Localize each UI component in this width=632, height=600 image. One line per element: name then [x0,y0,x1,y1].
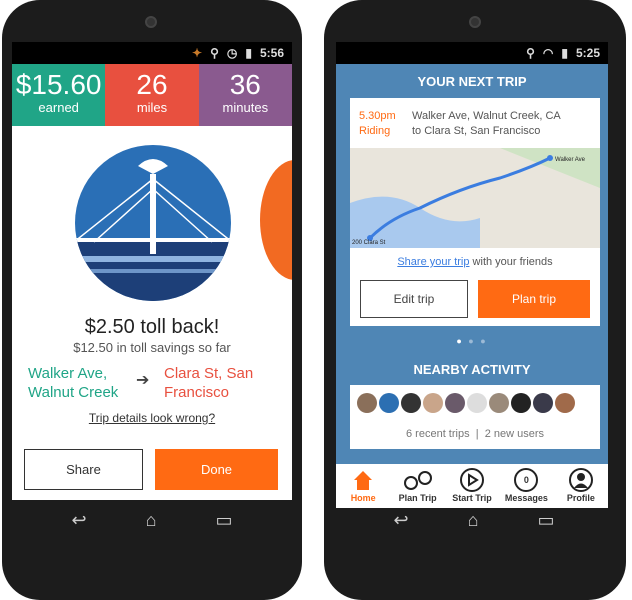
nearby-activity-card[interactable]: 6 recent trips | 2 new users [350,385,600,449]
android-nav-bar: ↩ ⌂ ▭ [364,506,584,534]
back-icon[interactable]: ↩ [394,510,409,531]
nearby-header: NEARBY ACTIVITY [413,362,531,377]
avatar[interactable] [555,393,575,413]
left-phone: ✦ ⚲ ◷ ▮ 5:56 $15.60 earned 26 miles 36 minu… [2,0,302,600]
status-bar: ⚲ ◠ ▮ 5:25 [336,42,608,64]
home-nav-icon[interactable]: ⌂ [468,510,479,531]
next-badge-peek [260,160,292,280]
back-icon[interactable]: ↩ [72,510,87,531]
share-trip-text: Share your trip with your friends [350,256,600,268]
stat-label: miles [136,100,168,115]
trip-time: 5.30pm [359,110,396,122]
next-trip-card[interactable]: 5.30pm Riding Walker Ave, Walnut Creek, … [350,98,600,326]
message-icon: 0 [499,467,553,493]
route-line-1: Walker Ave, Walnut Creek, CA [412,110,561,122]
trip-mode: Riding [359,125,391,137]
stat-miles: 26 miles [105,64,199,126]
trip-destination: Clara St, San Francisco [164,365,254,401]
home-nav-icon[interactable]: ⌂ [146,510,157,531]
profile-icon [554,467,608,493]
activity-summary: 6 recent trips | 2 new users [406,428,544,440]
trip-stats: $15.60 earned 26 miles 36 minutes [12,64,292,126]
share-trip-link[interactable]: Share your trip [397,256,469,268]
status-time: 5:56 [259,46,284,60]
stat-value: 26 [136,69,168,100]
status-bar: ✦ ⚲ ◷ ▮ 5:56 [12,42,292,64]
trip-origin: Walker Ave, Walnut Creek [28,365,119,401]
map-start-label: Walker Ave [555,157,586,163]
tab-messages[interactable]: 0 Messages [499,467,553,508]
avatar[interactable] [401,393,421,413]
tab-label: Start Trip [452,493,492,503]
right-phone: ⚲ ◠ ▮ 5:25 YOUR NEXT TRIP 5.30pm Riding … [324,0,626,600]
arrow-right-icon: ➔ [136,372,150,389]
bridge-badge-image [75,145,231,301]
left-screen: ✦ ⚲ ◷ ▮ 5:56 $15.60 earned 26 miles 36 minu… [12,42,292,500]
tab-home[interactable]: Home [336,467,390,508]
stat-minutes: 36 minutes [198,64,292,126]
android-nav-bar: ↩ ⌂ ▭ [42,506,262,534]
avatar[interactable] [467,393,487,413]
avatar[interactable] [445,393,465,413]
right-screen: ⚲ ◠ ▮ 5:25 YOUR NEXT TRIP 5.30pm Riding … [336,42,608,508]
stat-value: 36 [229,69,261,100]
tab-label: Messages [504,493,548,503]
avatar[interactable] [533,393,553,413]
stat-earned: $15.60 earned [12,64,106,126]
carousel-dots[interactable]: ● ● ● [336,336,608,346]
done-button[interactable]: Done [155,449,278,490]
share-button[interactable]: Share [24,449,143,490]
edit-trip-button[interactable]: Edit trip [360,280,468,318]
tab-start-trip[interactable]: Start Trip [445,467,499,508]
route-map[interactable]: Walker Ave 200 Clara St [350,148,600,248]
status-time: 5:25 [575,46,600,60]
play-icon [445,467,499,493]
new-users-count: 2 new users [484,428,544,440]
camera [469,16,481,28]
tab-label: Plan Trip [398,493,437,503]
recent-trips-count: 6 recent trips [406,428,470,440]
toll-subtitle: $12.50 in toll savings so far [73,340,231,355]
tab-profile[interactable]: Profile [554,467,608,508]
wifi-icon: ◠ [542,46,554,60]
recents-icon[interactable]: ▭ [215,510,232,531]
stat-value: $15.60 [15,69,102,100]
bottom-tab-bar: Home Plan Trip Start Trip 0 Messages Prof… [336,462,608,508]
battery-icon: ▮ [561,46,568,60]
recents-icon[interactable]: ▭ [537,510,554,531]
notification-icons: ✦ [192,46,203,60]
avatar[interactable] [357,393,377,413]
avatar[interactable] [511,393,531,413]
avatar[interactable] [423,393,443,413]
share-trip-rest: with your friends [469,256,553,268]
map-end-label: 200 Clara St [352,240,386,246]
trip-details-wrong-link[interactable]: Trip details look wrong? [12,411,292,425]
stat-label: earned [38,100,79,115]
route-line-2: to Clara St, San Francisco [412,125,541,137]
tab-label: Profile [566,493,595,503]
tab-label: Home [350,493,376,503]
stat-label: minutes [222,100,269,115]
avatar[interactable] [379,393,399,413]
plan-trip-button[interactable]: Plan trip [478,280,590,318]
battery-icon: ▮ [245,46,252,60]
location-icon: ⚲ [526,46,535,60]
location-icon: ⚲ [210,46,219,60]
next-trip-header: YOUR NEXT TRIP [417,74,527,89]
tab-plan-trip[interactable]: Plan Trip [390,467,444,508]
toll-title: $2.50 toll back! [84,316,220,338]
avatar[interactable] [489,393,509,413]
message-count: 0 [523,475,529,485]
home-icon [336,467,390,493]
alarm-icon: ◷ [226,46,238,60]
camera [145,16,157,28]
route-icon [390,467,444,493]
user-avatars [356,393,576,418]
